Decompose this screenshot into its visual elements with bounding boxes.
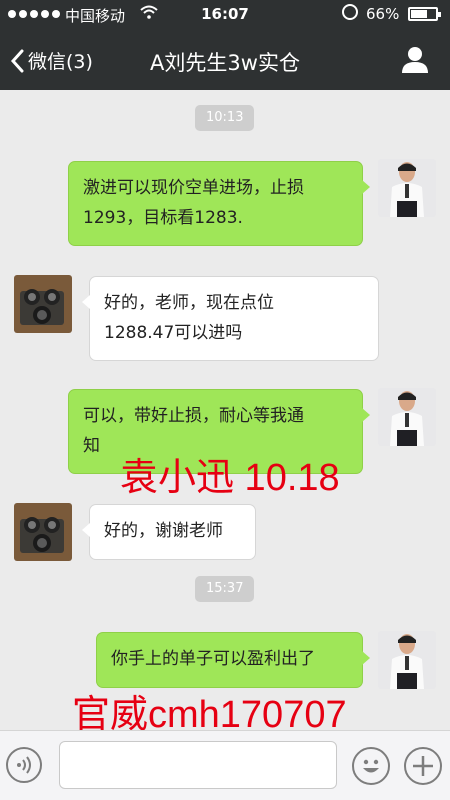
navigation-bar: 微信(3) A刘先生3w实仓 bbox=[0, 30, 450, 90]
chat-title: A刘先生3w实仓 bbox=[150, 51, 300, 75]
plus-icon[interactable] bbox=[404, 747, 442, 785]
input-bar bbox=[0, 730, 450, 800]
emoji-icon[interactable] bbox=[352, 747, 390, 785]
chat-area[interactable]: 10:13 激进可以现价空单进场，止损 1293，目标看1283. 好的，老师，… bbox=[0, 90, 450, 730]
incoming-message[interactable]: 好的，谢谢老师 bbox=[82, 504, 256, 560]
teacher-avatar[interactable] bbox=[378, 631, 436, 689]
message-line: 好的，谢谢老师 bbox=[104, 521, 223, 541]
customer-avatar[interactable] bbox=[14, 503, 72, 561]
outgoing-message[interactable]: 激进可以现价空单进场，止损 1293，目标看1283. bbox=[68, 161, 370, 246]
rotation-lock-icon bbox=[342, 4, 358, 20]
message-line: 好的，老师，现在点位 bbox=[104, 293, 274, 313]
message-line: 你手上的单子可以盈利出了 bbox=[111, 649, 315, 669]
message-input[interactable] bbox=[59, 741, 337, 789]
message-line: 1288.47可以进吗 bbox=[104, 323, 243, 343]
message-line: 可以，带好止损，耐心等我通 bbox=[83, 406, 304, 426]
voice-icon[interactable] bbox=[6, 747, 42, 783]
message-line: 激进可以现价空单进场，止损 bbox=[83, 178, 304, 198]
incoming-message[interactable]: 好的，老师，现在点位 1288.47可以进吗 bbox=[82, 276, 379, 361]
watermark-text: 袁小迅 10.18 bbox=[120, 457, 340, 499]
battery-icon bbox=[408, 7, 441, 21]
person-icon[interactable] bbox=[400, 44, 430, 78]
timestamp: 10:13 bbox=[195, 105, 255, 131]
teacher-avatar[interactable] bbox=[378, 388, 436, 446]
battery-percentage: 66% bbox=[366, 5, 400, 23]
customer-avatar[interactable] bbox=[14, 275, 72, 333]
status-bar: 中国移动 16:07 66% bbox=[0, 0, 450, 30]
outgoing-message[interactable]: 你手上的单子可以盈利出了 bbox=[96, 632, 370, 688]
timestamp: 15:37 bbox=[195, 576, 255, 602]
teacher-avatar[interactable] bbox=[378, 159, 436, 217]
message-line: 1293，目标看1283. bbox=[83, 208, 243, 228]
